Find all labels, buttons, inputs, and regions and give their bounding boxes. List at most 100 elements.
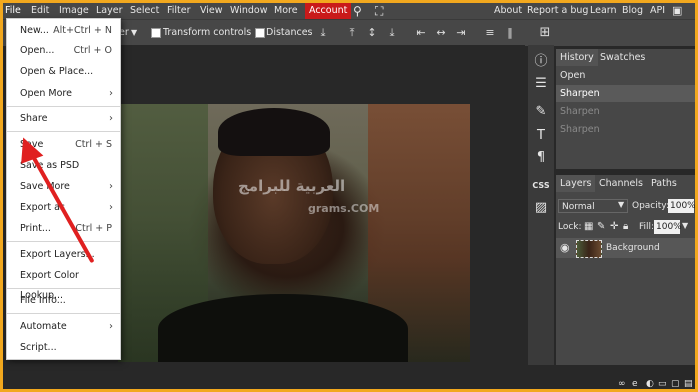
align-bottom-icon[interactable]: ⤓ [385,26,399,40]
menu-window[interactable]: Window [230,3,267,19]
image-icon[interactable]: ▨ [530,197,552,219]
lock-label: Lock: [558,222,582,232]
menu-item-export-color-lookup[interactable]: Export Color Lookup... [7,266,120,301]
lock-transparency-icon[interactable]: ▦ [584,221,593,232]
canvas-image[interactable] [118,104,470,362]
menu-item-file-info[interactable]: File Info... [7,291,120,311]
trash-icon[interactable]: ▤ [684,379,693,389]
fullscreen-icon[interactable]: ⛶ [375,3,383,19]
info-icon[interactable]: ⓘ [530,51,552,73]
watermark-arabic: العربية للبرامج [238,177,346,195]
chevron-down-icon[interactable]: ▼ [682,221,688,230]
tab-swatches[interactable]: Swatches [596,49,649,66]
transform-controls-label: Transform controls [163,27,252,38]
chevron-right-icon: › [109,202,113,213]
menu-item-label: Open More [20,88,72,99]
menu-bar: File Edit Image Layer Select Filter View… [3,3,695,19]
search-icon[interactable]: ⚲ [353,3,362,19]
menu-item-shortcut: Ctrl + O [73,45,112,56]
menu-item-label: Export Layers... [20,249,95,260]
menu-file[interactable]: File [5,3,21,19]
file-menu-dropdown: New... Alt+Ctrl + N Open... Ctrl + O Ope… [6,18,121,360]
paragraph-icon[interactable]: ¶ [530,147,552,169]
menu-more[interactable]: More [274,3,298,19]
menu-item-save[interactable]: Save Ctrl + S [7,135,120,155]
link-icon[interactable]: ∞ [618,379,626,389]
menu-api[interactable]: API [650,3,665,19]
menu-item-script[interactable]: Script... [7,338,120,358]
menu-blog[interactable]: Blog [622,3,643,19]
menu-item-label: File Info... [20,295,66,306]
menu-about[interactable]: About [494,3,522,19]
history-item[interactable]: Open [556,67,695,84]
adjustment-icon[interactable]: ◐ [646,379,654,389]
menu-item-export-as[interactable]: Export as › [7,198,120,218]
lock-all-icon[interactable]: 🔒︎ [623,221,628,232]
menu-item-print[interactable]: Print... Ctrl + P [7,219,120,239]
download-icon[interactable]: ⤓ [316,26,330,40]
layers-panel: Layers Channels Paths Normal ▼ Opacity: … [556,175,695,365]
tab-layers[interactable]: Layers [556,175,596,192]
text-icon[interactable]: T [530,125,552,147]
menu-item-open-more[interactable]: Open More › [7,84,120,104]
menu-account[interactable]: Account [305,3,352,19]
grid-icon[interactable]: ⊞ [538,26,552,40]
menu-item-label: Open... [20,45,55,56]
menu-item-save-psd[interactable]: Save as PSD [7,156,120,176]
menu-divider [7,131,120,132]
css-icon[interactable]: CSS [530,175,552,197]
menu-item-open-place[interactable]: Open & Place... [7,62,120,82]
tab-history[interactable]: History [556,49,598,66]
new-layer-icon[interactable]: ▢ [671,379,680,389]
chevron-down-icon[interactable]: ▼ [618,200,624,209]
tab-paths[interactable]: Paths [647,175,681,192]
distribute-icon[interactable]: ≡ [483,26,497,40]
align-top-icon[interactable]: ⤒ [345,26,359,40]
menu-item-label: Print... [20,223,51,234]
history-item[interactable]: Sharpen [556,85,695,102]
menu-item-share[interactable]: Share › [7,109,120,129]
menu-item-label: Save [20,139,44,150]
menu-edit[interactable]: Edit [31,3,49,19]
distances-checkbox[interactable] [255,28,265,38]
menu-item-automate[interactable]: Automate › [7,317,120,337]
menu-item-export-layers[interactable]: Export Layers... [7,245,120,265]
lock-position-icon[interactable]: ✛ [610,221,618,232]
distances-label: Distances [266,27,313,38]
align-middle-icon[interactable]: ↕ [365,26,379,40]
brush-icon[interactable]: ✎ [530,101,552,123]
menu-select[interactable]: Select [130,3,159,19]
effects-icon[interactable]: e [632,379,638,389]
menu-image[interactable]: Image [59,3,89,19]
window-icon[interactable]: ▣ [672,3,682,19]
menu-item-save-more[interactable]: Save More › [7,177,120,197]
align-right-icon[interactable]: ⇥ [454,26,468,40]
menu-item-label: Automate [20,321,67,332]
layer-row[interactable]: ◉ Background [556,238,695,258]
menu-view[interactable]: View [200,3,223,19]
fill-field[interactable]: 100% [654,220,682,234]
align-center-icon[interactable]: ↔ [434,26,448,40]
menu-item-shortcut: Ctrl + P [75,223,112,234]
folder-icon[interactable]: ▭ [658,379,667,389]
opacity-field[interactable]: 100% [668,199,695,213]
menu-report-bug[interactable]: Report a bug [527,3,588,19]
properties-icon[interactable]: ☰ [530,73,552,95]
menu-item-label: Open & Place... [20,66,94,77]
align-left-icon[interactable]: ⇤ [414,26,428,40]
menu-layer[interactable]: Layer [96,3,123,19]
layer-thumbnail [576,240,602,258]
tab-channels[interactable]: Channels [595,175,647,192]
menu-filter[interactable]: Filter [167,3,191,19]
menu-item-open[interactable]: Open... Ctrl + O [7,41,120,61]
history-item[interactable]: Sharpen [556,103,695,120]
menu-item-new[interactable]: New... Alt+Ctrl + N [7,21,120,41]
distribute-h-icon[interactable]: ‖ [503,26,517,40]
transform-controls-checkbox[interactable] [151,28,161,38]
menu-learn[interactable]: Learn [590,3,617,19]
history-item[interactable]: Sharpen [556,121,695,138]
eye-icon[interactable]: ◉ [560,241,570,254]
menu-divider [7,288,120,289]
lock-pixels-icon[interactable]: ✎ [597,221,605,232]
chevron-down-icon[interactable]: ▼ [131,26,137,40]
